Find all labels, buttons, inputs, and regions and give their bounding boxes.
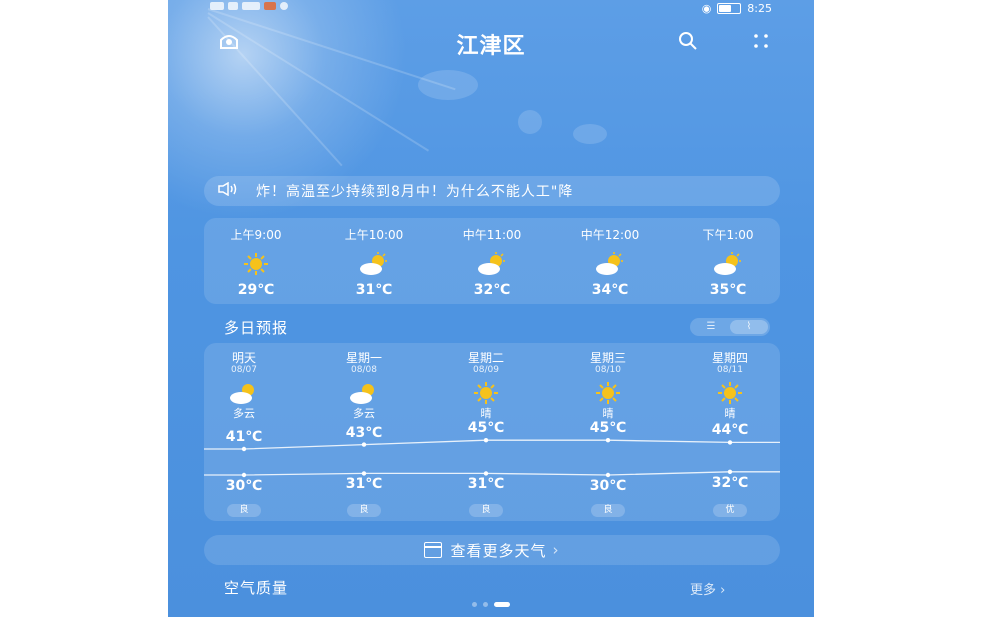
page-dot [483, 602, 488, 607]
hour-temp: 31℃ [355, 282, 393, 298]
high-temp-point [361, 442, 367, 447]
daily-forecast[interactable]: 明天 08/07 多云 良 星期一 08/08 多云 良 星期二 08/09 晴… [204, 343, 780, 521]
chevron-right-icon: › [552, 541, 560, 559]
hour-time: 中午11:00 [462, 228, 522, 242]
low-temp-point [605, 472, 611, 478]
network-icon [242, 2, 260, 10]
signal-icon [210, 2, 224, 10]
weather-app-screen: ◉ 8:25 江津区 炸！高温至少持续到8月中！为什么不能人工"降 上午9:00… [168, 0, 814, 617]
wifi-icon: ◉ [701, 2, 712, 15]
lens-flare [418, 70, 478, 100]
status-left-icons [210, 2, 288, 10]
header: 江津区 [168, 24, 814, 60]
daily-forecast-title: 多日预报 [224, 319, 289, 337]
page-dot [472, 602, 477, 607]
low-temp-line [204, 471, 780, 476]
notification-icon [280, 2, 288, 10]
more-options-icon[interactable] [750, 30, 772, 52]
low-temp-point [483, 471, 489, 476]
view-toggle[interactable]: ☰ ⌇ [690, 318, 770, 336]
partly-cloudy-icon [476, 252, 508, 276]
low-temp-label: 32℃ [711, 474, 749, 491]
air-quality-more-link[interactable]: 更多 › [690, 579, 725, 598]
battery-icon [717, 3, 742, 14]
low-temp-label: 30℃ [225, 478, 263, 494]
low-temp-label: 30℃ [589, 478, 627, 494]
status-bar: ◉ 8:25 [168, 0, 814, 18]
high-temp-label: 45℃ [467, 420, 505, 437]
high-temp-point [483, 438, 489, 443]
high-temp-label: 41℃ [225, 429, 263, 445]
partly-cloudy-icon [358, 252, 390, 276]
hour-temp: 35℃ [709, 282, 747, 298]
high-temp-label: 43℃ [345, 424, 383, 441]
more-weather-label: 查看更多天气 [450, 541, 547, 560]
page-dot-active [494, 602, 510, 607]
status-time: 8:25 [747, 2, 772, 15]
partly-cloudy-icon [594, 252, 626, 276]
hour-temp: 34℃ [591, 282, 629, 298]
signal-icon [228, 2, 238, 10]
app-notification-icon [264, 2, 276, 10]
lens-flare [518, 110, 542, 134]
sunny-icon [240, 252, 272, 276]
page-indicator [168, 602, 814, 607]
news-ticker[interactable]: 炸！高温至少持续到8月中！为什么不能人工"降 [204, 176, 780, 206]
low-temp-label: 31℃ [345, 476, 383, 493]
list-view-icon[interactable]: ☰ [692, 320, 730, 334]
high-temp-point [605, 438, 611, 443]
ticker-text: 炸！高温至少持续到8月中！为什么不能人工"降 [256, 184, 574, 200]
high-temp-label: 45℃ [589, 420, 627, 437]
calendar-icon [424, 542, 443, 558]
high-temp-line [204, 439, 780, 450]
hour-time: 下午1:00 [702, 228, 754, 242]
chart-view-icon[interactable]: ⌇ [730, 320, 768, 334]
low-temp-point [241, 472, 247, 478]
hour-temp: 29℃ [237, 282, 275, 298]
low-temp-point [361, 471, 367, 476]
low-temp-point [727, 469, 733, 474]
hour-time: 中午12:00 [580, 228, 640, 242]
city-name[interactable]: 江津区 [168, 28, 814, 60]
high-temp-point [241, 446, 247, 452]
hour-time: 上午9:00 [230, 228, 282, 242]
status-right-icons: ◉ 8:25 [702, 2, 772, 15]
high-temp-point [727, 440, 733, 445]
search-icon[interactable] [677, 30, 699, 52]
lens-flare [573, 124, 607, 144]
hour-temp: 32℃ [473, 282, 511, 298]
low-temp-label: 31℃ [467, 476, 505, 493]
air-quality-title: 空气质量 [224, 579, 289, 597]
high-temp-label: 44℃ [711, 422, 749, 439]
speaker-icon [218, 181, 240, 200]
hourly-forecast[interactable]: 上午9:00 29℃ 上午10:00 31℃ 中午11:00 32℃ 中午12:… [204, 218, 780, 304]
partly-cloudy-icon [712, 252, 744, 276]
more-weather-button[interactable]: 查看更多天气 › [204, 535, 780, 565]
hour-time: 上午10:00 [344, 228, 404, 242]
